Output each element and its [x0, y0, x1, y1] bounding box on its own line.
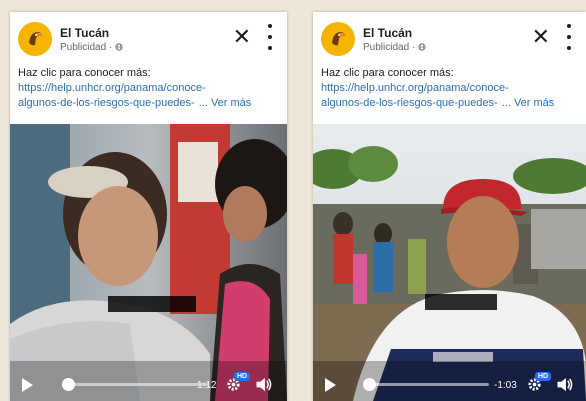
ad-link[interactable]: https://help.unhcr.org/panama/conoce-: [18, 81, 281, 96]
ad-caption: Haz clic para conocer más: https://help.…: [18, 66, 281, 111]
video-controls: -1:03 HD: [313, 367, 586, 401]
avatar[interactable]: [18, 22, 52, 56]
caption-text: Haz clic para conocer más:: [321, 67, 454, 79]
see-more-link[interactable]: ... Ver más: [502, 96, 555, 111]
video-subtitle: [425, 294, 497, 310]
globe-icon: ·: [412, 42, 426, 53]
volume-icon[interactable]: [255, 377, 273, 392]
ad-card: El Tucán Publicidad · ✕ Haz clic para co…: [10, 12, 287, 401]
video-frame: [10, 124, 287, 401]
see-more-link[interactable]: ... Ver más: [199, 96, 252, 111]
play-icon[interactable]: [22, 378, 33, 392]
close-icon[interactable]: ✕: [233, 26, 251, 48]
page-name[interactable]: El Tucán: [60, 26, 109, 40]
ad-card: El Tucán Publicidad · ✕ Haz clic para co…: [313, 12, 586, 401]
ad-link-continued[interactable]: algunos-de-los-riesgos-que-puedes-: [321, 96, 498, 111]
ad-header: El Tucán Publicidad · ✕: [18, 22, 279, 58]
ad-link[interactable]: https://help.unhcr.org/panama/conoce-: [321, 81, 580, 96]
tucan-logo-icon: [24, 28, 46, 50]
page-name[interactable]: El Tucán: [363, 26, 412, 40]
volume-icon[interactable]: [556, 377, 574, 392]
ad-header: El Tucán Publicidad · ✕: [321, 22, 578, 58]
more-options-icon[interactable]: [562, 24, 576, 50]
sponsored-label: Publicidad ·: [363, 42, 426, 53]
sponsored-label: Publicidad ·: [60, 42, 123, 53]
hd-badge: HD: [535, 372, 552, 381]
video-subtitle: [108, 296, 196, 312]
hd-badge: HD: [234, 372, 251, 381]
ad-link-continued[interactable]: algunos-de-los-riesgos-que-puedes-: [18, 96, 195, 111]
sponsored-text: Publicidad: [60, 42, 107, 53]
close-icon[interactable]: ✕: [532, 26, 550, 48]
sponsored-text: Publicidad: [363, 42, 410, 53]
seek-handle[interactable]: [363, 378, 376, 391]
play-icon[interactable]: [325, 378, 336, 392]
video-frame: [313, 124, 586, 401]
tucan-logo-icon: [327, 28, 349, 50]
seek-bar[interactable]: [369, 383, 489, 386]
caption-text: Haz clic para conocer más:: [18, 67, 151, 79]
time-remaining: -1:03: [494, 380, 517, 391]
avatar[interactable]: [321, 22, 355, 56]
video-player[interactable]: -1:03 HD: [313, 124, 586, 401]
globe-icon: ·: [109, 42, 123, 53]
time-remaining: 1:12: [197, 380, 217, 391]
more-options-icon[interactable]: [263, 24, 277, 50]
ad-caption: Haz clic para conocer más: https://help.…: [321, 66, 580, 111]
video-player[interactable]: 1:12 HD: [10, 124, 287, 401]
seek-handle[interactable]: [62, 378, 75, 391]
seek-bar[interactable]: [66, 383, 208, 386]
video-controls: 1:12 HD: [10, 367, 287, 401]
